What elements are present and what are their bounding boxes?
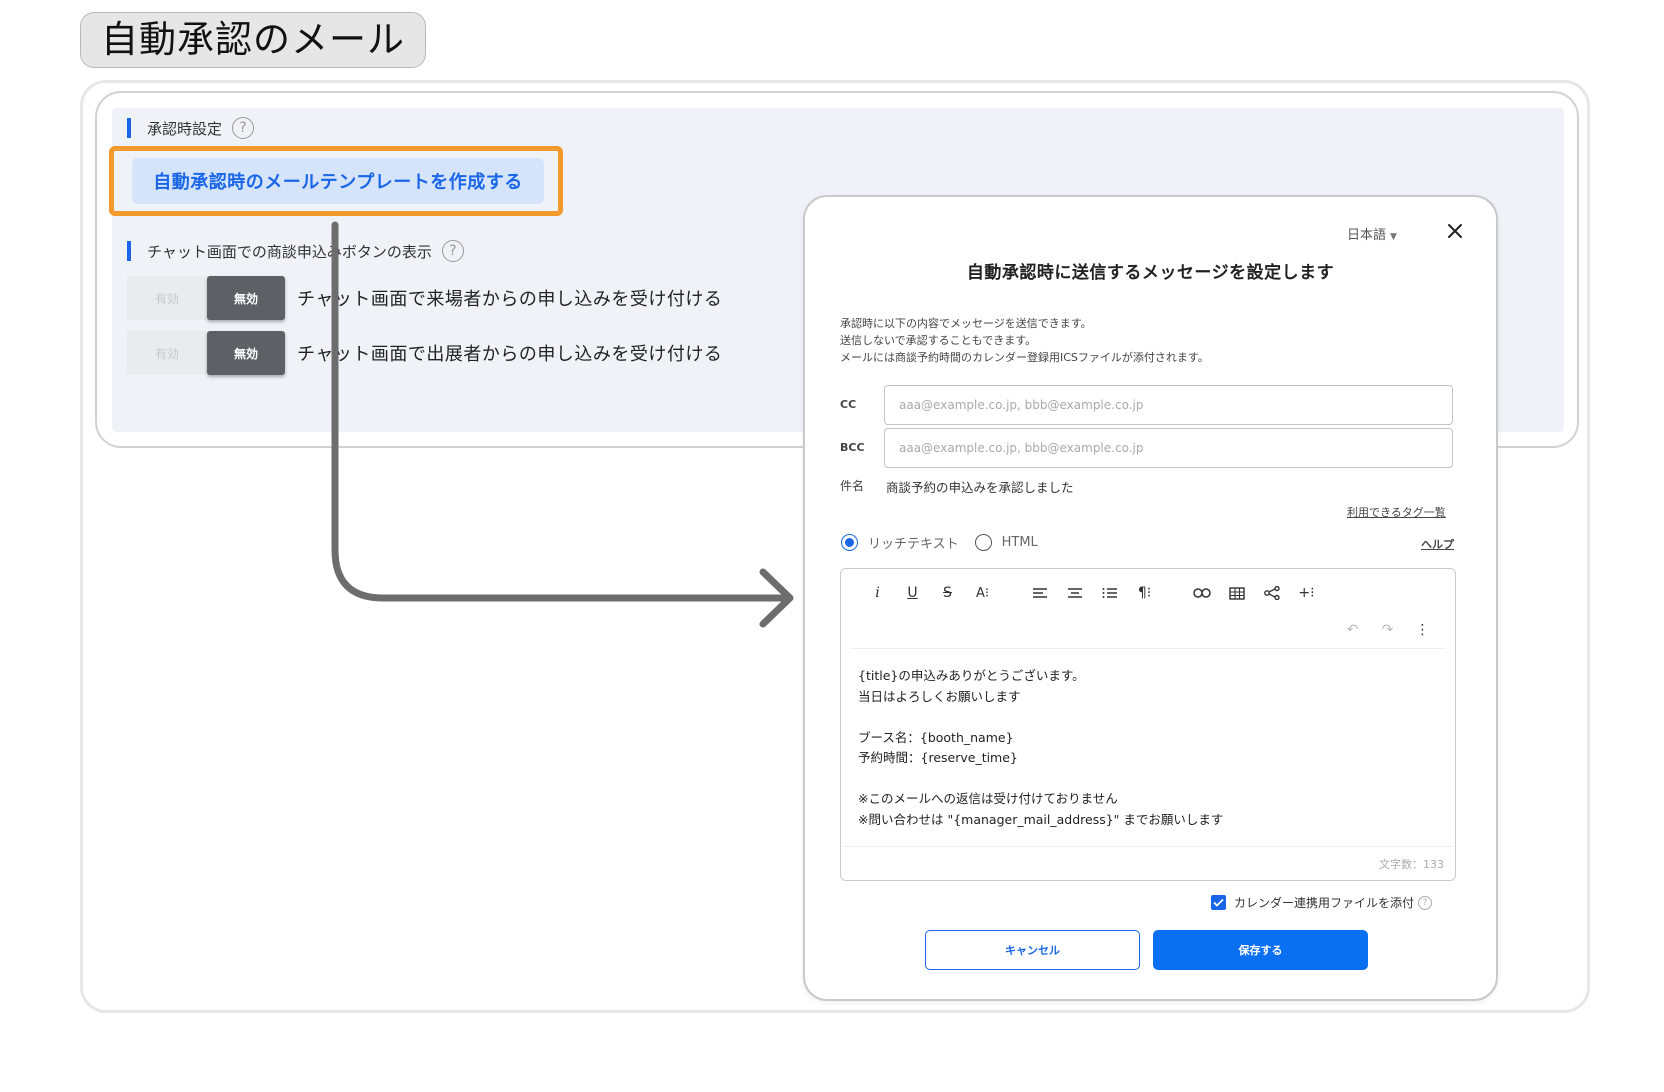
editor-line: 当日はよろしくお願いします (858, 688, 1021, 704)
share-icon[interactable] (1254, 578, 1289, 608)
editor-content[interactable]: {title}の申込みありがとうございます。 当日はよろしくお願いします ブース… (858, 666, 1223, 830)
save-button[interactable]: 保存する (1153, 930, 1368, 970)
editor-history-toolbar: ↶ ↷ ⋮ (1335, 615, 1440, 645)
table-icon[interactable] (1219, 578, 1254, 608)
help-icon[interactable]: ? (1418, 895, 1433, 910)
bcc-input[interactable] (884, 428, 1453, 468)
subject-label: 件名 (840, 479, 865, 493)
editor-line: 予約時間：{reserve_time} (858, 750, 1018, 765)
char-count: 文字数：133 (1379, 858, 1444, 871)
align-center-icon[interactable] (1057, 578, 1092, 608)
close-icon[interactable] (1446, 222, 1464, 240)
editor-line: ※問い合わせは "{manager_mail_address}" までお願いしま… (858, 811, 1224, 827)
html-label: HTML (1001, 535, 1038, 550)
editor-line: {title}の申込みありがとうございます。 (858, 668, 1085, 683)
attach-calendar-row: カレンダー連携用ファイルを添付 ? (1211, 894, 1433, 911)
italic-icon[interactable]: i (860, 578, 895, 608)
editor-line: ※このメールへの返信は受け付けておりません (858, 791, 1118, 806)
rich-text-radio[interactable] (841, 534, 858, 551)
cancel-button[interactable]: キャンセル (925, 930, 1140, 970)
available-tags-link[interactable]: 利用できるタグ一覧 (1347, 504, 1446, 520)
language-value: 日本語 (1347, 228, 1387, 243)
cc-label: CC (840, 398, 857, 411)
rich-text-label: リッチテキスト (868, 537, 959, 552)
description-line: 承認時に以下の内容でメッセージを送信できます。 (840, 317, 1092, 330)
toolbar-divider (850, 648, 1446, 649)
insert-icon[interactable]: +⁝ (1289, 578, 1324, 608)
redo-icon[interactable]: ↷ (1370, 615, 1405, 645)
description-line: メールには商談予約時間のカレンダー登録用ICSファイルが添付されます。 (840, 351, 1209, 364)
paragraph-icon[interactable]: ¶⁝ (1127, 578, 1162, 608)
language-select[interactable]: 日本語 ▼ (1347, 224, 1397, 243)
html-radio[interactable] (974, 534, 992, 551)
link-icon[interactable] (1184, 578, 1219, 608)
strikethrough-icon[interactable]: S (930, 578, 965, 608)
underline-icon[interactable]: U (895, 578, 930, 608)
editor-line: ブース名：{booth_name} (858, 729, 1014, 745)
chevron-down-icon: ▼ (1390, 232, 1397, 242)
align-left-icon[interactable] (1022, 578, 1057, 608)
undo-icon[interactable]: ↶ (1335, 615, 1370, 645)
list-icon[interactable] (1092, 578, 1127, 608)
modal-title: 自動承認時に送信するメッセージを設定します (966, 263, 1335, 283)
format-radio-group: リッチテキスト HTML (841, 533, 1038, 552)
bcc-label: BCC (840, 441, 865, 454)
font-size-icon[interactable]: A⁝ (965, 578, 1000, 608)
help-link[interactable]: ヘルプ (1421, 536, 1454, 552)
editor-toolbar: i U S A⁝ ¶⁝ +⁝ (860, 577, 1450, 609)
attach-calendar-label: カレンダー連携用ファイルを添付 (1234, 896, 1415, 910)
editor-footer-divider (842, 846, 1454, 847)
description-line: 送信しないで承認することもできます。 (840, 334, 1037, 347)
checkbox-icon[interactable] (1211, 895, 1226, 910)
subject-value[interactable]: 商談予約の申込みを承認しました (886, 477, 1074, 496)
more-icon[interactable]: ⋮ (1405, 615, 1440, 645)
cc-input[interactable] (884, 385, 1453, 425)
